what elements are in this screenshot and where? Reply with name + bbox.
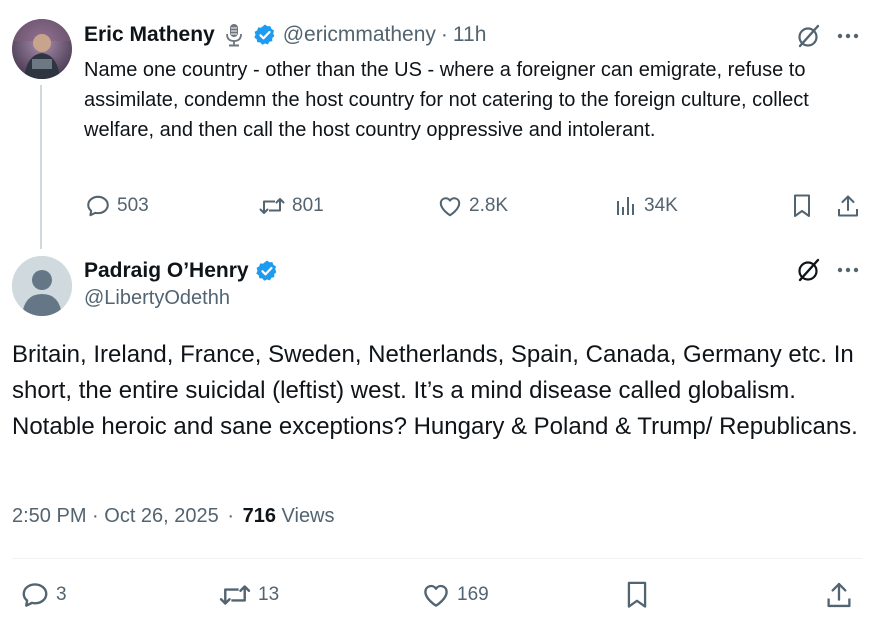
repost-count: 13: [258, 584, 280, 605]
separator-dot: ·: [227, 505, 235, 527]
reply-button[interactable]: 503: [85, 192, 149, 220]
share-icon[interactable]: [824, 580, 854, 610]
author-name[interactable]: Eric Matheny: [84, 23, 215, 47]
reply-icon: [20, 580, 50, 610]
grok-icon[interactable]: [794, 256, 824, 284]
views-count: 716: [242, 505, 276, 527]
like-icon: [421, 580, 451, 610]
bookmark-icon[interactable]: [622, 580, 652, 610]
like-icon: [437, 193, 463, 219]
views-icon: [614, 194, 638, 218]
views-count: 34K: [644, 195, 678, 216]
reply-icon: [85, 193, 111, 219]
tweet-meta: 2:50 PM · Oct 26, 2025 · 716 Views: [12, 505, 335, 528]
repost-icon: [218, 580, 252, 610]
repost-icon: [258, 193, 286, 219]
like-button[interactable]: 2.8K: [437, 192, 508, 220]
reply-count: 3: [56, 584, 67, 605]
author-name[interactable]: Padraig O’Henry: [84, 259, 249, 283]
reply-tweet-header: Padraig O’Henry: [84, 256, 285, 286]
avatar[interactable]: [12, 256, 72, 316]
parent-tweet-text: Name one country - other than the US - w…: [84, 59, 809, 141]
divider: [12, 558, 862, 559]
views-label: Views: [281, 505, 335, 527]
repost-count: 801: [292, 195, 324, 216]
parent-tweet-header: Eric Matheny @ericmmatheny · 11h: [84, 20, 486, 50]
bookmark-icon[interactable]: [788, 192, 816, 220]
microphone-icon: [223, 23, 245, 47]
like-count: 2.8K: [469, 195, 509, 216]
thread-line: [40, 85, 42, 249]
tweet-time[interactable]: 11h: [453, 23, 486, 47]
separator-dot: ·: [440, 23, 448, 46]
author-handle[interactable]: @ericmmatheny: [283, 23, 436, 47]
grok-icon[interactable]: [794, 22, 824, 50]
more-icon[interactable]: [834, 22, 862, 50]
repost-button[interactable]: 801: [258, 192, 324, 220]
avatar[interactable]: [12, 19, 72, 79]
more-icon[interactable]: [834, 256, 862, 284]
repost-button[interactable]: 13: [218, 580, 279, 610]
share-icon[interactable]: [834, 192, 862, 220]
like-count: 169: [457, 584, 489, 605]
author-handle[interactable]: @LibertyOdethh: [84, 287, 230, 310]
verified-badge-icon[interactable]: [253, 23, 277, 47]
reply-tweet-text: Britain, Ireland, France, Sweden, Nether…: [12, 341, 858, 440]
like-button[interactable]: 169: [421, 580, 489, 610]
timestamp[interactable]: 2:50 PM · Oct 26, 2025: [12, 505, 219, 527]
verified-badge-icon[interactable]: [255, 259, 279, 283]
reply-button[interactable]: 3: [20, 580, 67, 610]
reply-count: 503: [117, 195, 149, 216]
views-button[interactable]: 34K: [614, 192, 678, 220]
